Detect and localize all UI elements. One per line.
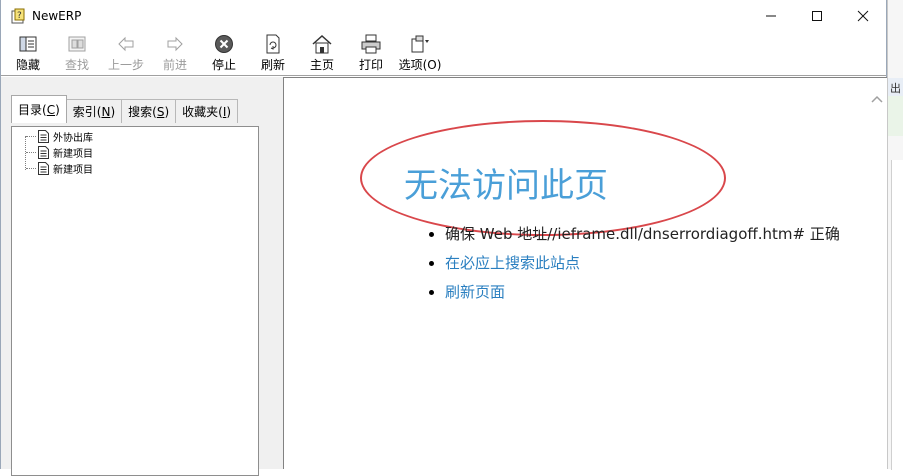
title-bar: ? NewERP — [1, 0, 886, 32]
window-controls — [748, 0, 886, 32]
minimize-icon — [766, 15, 776, 17]
pane-splitter[interactable] — [271, 77, 283, 469]
tab-search-accesskey: S — [156, 104, 165, 119]
tree-connector — [26, 136, 36, 137]
back-button[interactable]: 上一步 — [103, 34, 149, 74]
tree-item-label: 新建项目 — [53, 148, 93, 160]
find-label: 查找 — [64, 58, 89, 72]
tab-contents[interactable]: 目录(C) — [11, 95, 67, 123]
tree-item-label: 外协出库 — [53, 132, 93, 144]
hide-label: 隐藏 — [15, 58, 40, 72]
tab-index-accesskey: N — [101, 104, 111, 119]
forward-button[interactable]: 前进 — [152, 34, 198, 74]
help-app-icon: ? — [11, 8, 25, 24]
tab-contents-label: 目录( — [18, 103, 47, 117]
suggestion-check-address: 确保 Web 地址//ieframe.dll/dnserrordiagoff.h… — [428, 225, 840, 254]
print-label: 打印 — [358, 58, 383, 72]
background-panel — [888, 96, 903, 136]
document-icon — [38, 161, 49, 175]
help-window: ? NewERP 隐藏 查找 上一步 前进 停止 刷新 主页 打印 选项(O) … — [0, 0, 887, 476]
home-label: 主页 — [309, 58, 334, 72]
hide-pane-icon — [19, 36, 37, 52]
maximize-button[interactable] — [794, 0, 840, 32]
hide-button[interactable]: 隐藏 — [5, 34, 51, 74]
tab-index-label: 索引( — [72, 105, 102, 119]
options-icon — [411, 35, 429, 53]
printer-icon — [361, 34, 381, 54]
scroll-up-icon[interactable] — [871, 94, 883, 106]
find-button[interactable]: 查找 — [54, 34, 100, 74]
tree-item[interactable]: 新建项目 — [38, 144, 93, 160]
arrow-left-icon — [118, 36, 134, 52]
content-pane: 无法访问此页 确保 Web 地址//ieframe.dll/dnserrordi… — [283, 77, 887, 469]
window-title: NewERP — [32, 9, 82, 23]
tab-contents-label-end: ) — [55, 102, 60, 117]
refresh-button[interactable]: 刷新 — [250, 34, 296, 74]
tree-connector — [25, 136, 26, 170]
toolbar: 隐藏 查找 上一步 前进 停止 刷新 主页 打印 选项(O) — [1, 32, 886, 76]
tree-connector — [26, 168, 36, 169]
navigation-tabs: 目录(C) 索引(N) 搜索(S) 收藏夹(I) — [11, 95, 239, 123]
tab-index[interactable]: 索引(N) — [65, 99, 123, 123]
document-icon — [38, 129, 49, 143]
contents-tree[interactable]: 外协出库 新建项目 新建项目 — [11, 126, 259, 476]
minimize-button[interactable] — [748, 0, 794, 32]
tab-search-label: 搜索( — [128, 105, 157, 119]
search-bing-link[interactable]: 在必应上搜索此站点 — [428, 254, 840, 283]
back-label: 上一步 — [107, 58, 144, 72]
tab-index-label-end: ) — [110, 104, 116, 119]
navigation-pane: 目录(C) 索引(N) 搜索(S) 收藏夹(I) 外协出库 新建项目 新… — [1, 77, 271, 476]
background-sheet — [891, 160, 903, 470]
tree-item[interactable]: 外协出库 — [38, 128, 93, 144]
home-button[interactable]: 主页 — [299, 34, 345, 74]
error-title: 无法访问此页 — [404, 166, 608, 206]
stop-button[interactable]: 停止 — [201, 34, 247, 74]
background-window: 出 — [887, 0, 903, 470]
print-button[interactable]: 打印 — [348, 34, 394, 74]
close-icon — [857, 10, 869, 22]
background-text: 出 — [890, 82, 901, 95]
error-suggestions: 确保 Web 地址//ieframe.dll/dnserrordiagoff.h… — [428, 225, 840, 312]
tab-search[interactable]: 搜索(S) — [121, 99, 177, 123]
tab-search-label-end: ) — [164, 104, 170, 119]
maximize-icon — [812, 11, 822, 21]
document-icon — [38, 145, 49, 159]
svg-text:?: ? — [17, 11, 22, 21]
refresh-icon — [266, 34, 280, 54]
close-button[interactable] — [840, 0, 886, 32]
forward-label: 前进 — [162, 58, 187, 72]
stop-label: 停止 — [211, 58, 236, 72]
tree-connector — [26, 152, 36, 153]
find-icon — [68, 36, 86, 52]
refresh-page-link[interactable]: 刷新页面 — [428, 283, 840, 312]
tab-contents-accesskey: C — [46, 102, 56, 117]
tab-favorites-label: 收藏夹( — [182, 105, 223, 119]
options-label: 选项(O) — [398, 58, 442, 72]
tab-favorites[interactable]: 收藏夹(I) — [175, 99, 239, 123]
refresh-label: 刷新 — [260, 58, 285, 72]
home-icon — [312, 34, 332, 54]
arrow-right-icon — [167, 36, 183, 52]
tree-item-label: 新建项目 — [53, 164, 93, 176]
tab-favorites-label-end: ) — [226, 104, 232, 119]
stop-icon — [215, 35, 233, 53]
tree-item[interactable]: 新建项目 — [38, 160, 93, 176]
options-button[interactable]: 选项(O) — [397, 34, 443, 74]
